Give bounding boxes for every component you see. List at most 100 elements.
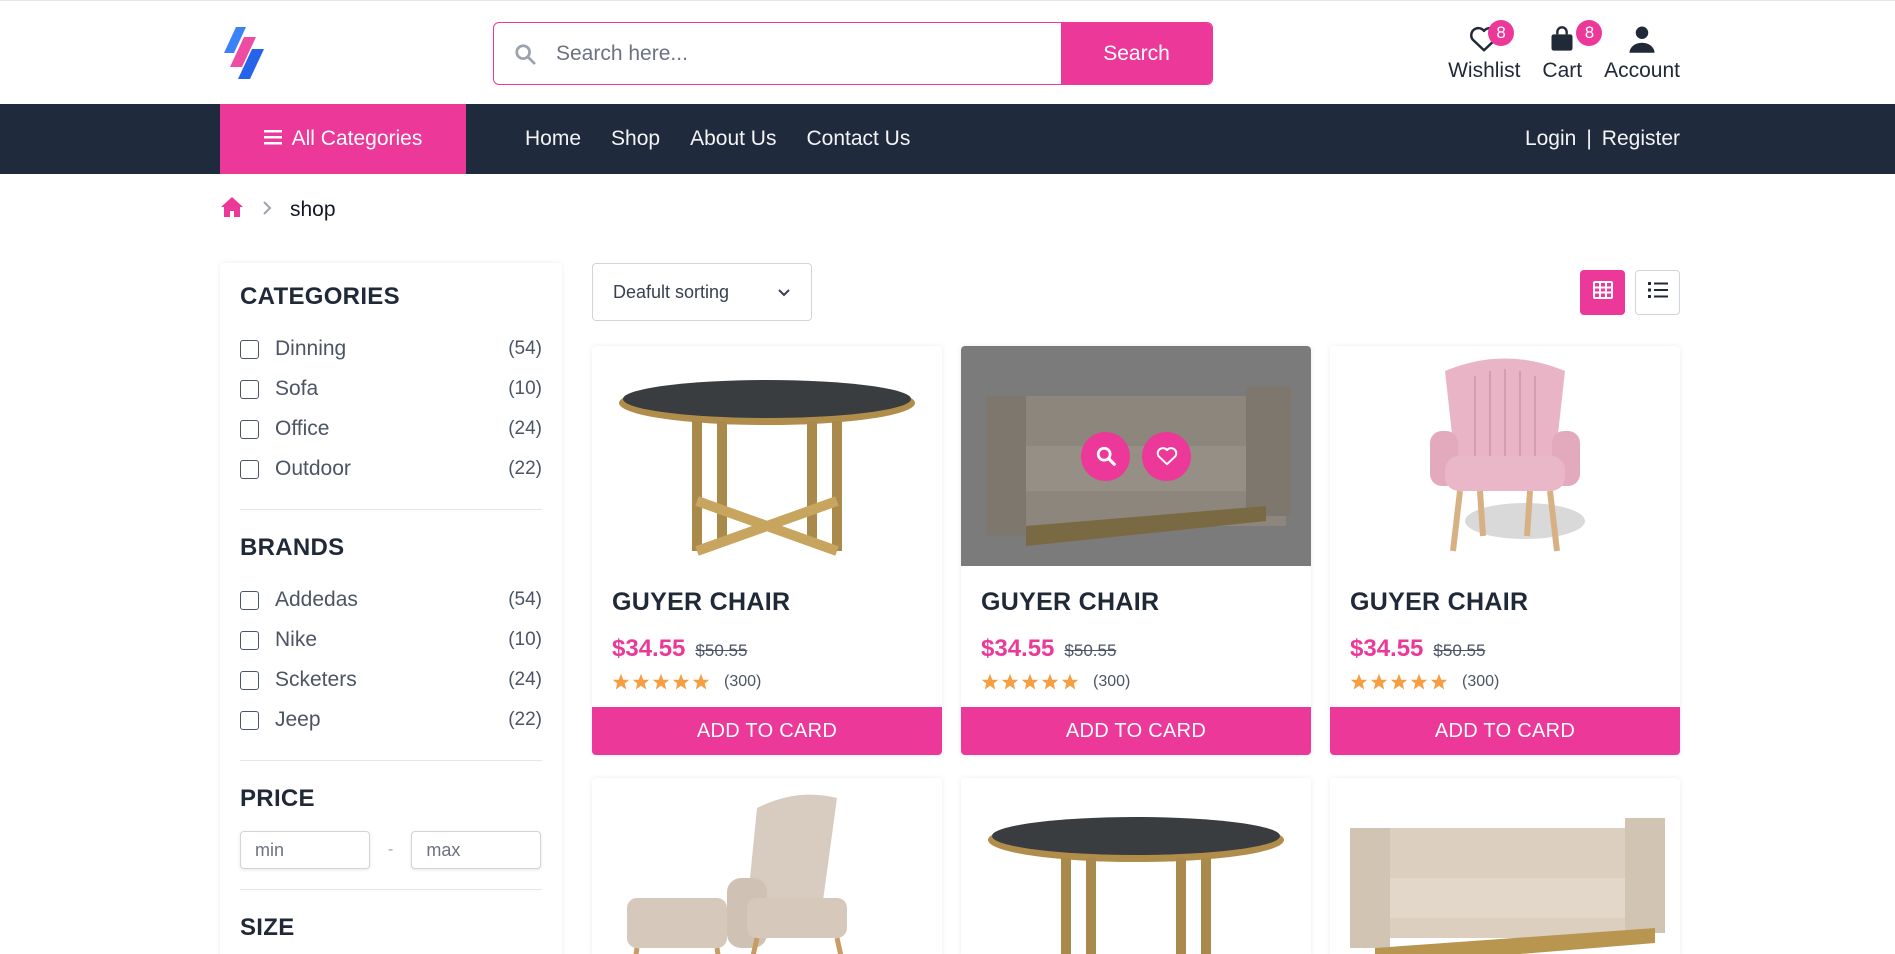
product-image-pink-chair[interactable] [1330, 346, 1680, 566]
product-rating: (300) [961, 663, 1311, 691]
brand-option[interactable]: Nike (10) [240, 620, 542, 660]
account-label: Account [1604, 59, 1680, 82]
checkbox[interactable] [240, 590, 259, 610]
product-old-price: $50.55 [695, 641, 748, 660]
product-image-beige-sofa[interactable] [1330, 778, 1680, 954]
star-icon [1061, 673, 1079, 690]
price-max-input[interactable] [411, 831, 542, 869]
brand-name: Jeep [275, 708, 321, 731]
size-title: SIZE [240, 914, 295, 941]
grid-view-button[interactable] [1580, 270, 1625, 315]
star-icon [612, 673, 630, 690]
nav-shop[interactable]: Shop [611, 127, 660, 151]
category-option[interactable]: Dinning (54) [240, 329, 542, 369]
site-logo[interactable] [222, 27, 270, 79]
star-icon [1001, 673, 1019, 690]
category-count: (54) [508, 338, 542, 359]
rating-count: (300) [1462, 673, 1500, 690]
price-separator: - [388, 841, 394, 858]
all-categories-button[interactable]: All Categories [220, 104, 466, 174]
category-count: (22) [508, 458, 542, 479]
rating-count: (300) [724, 673, 762, 690]
product-title[interactable]: GUYER CHAIR [1330, 566, 1680, 617]
product-title[interactable]: GUYER CHAIR [961, 566, 1311, 617]
search-button[interactable]: Search [1061, 23, 1212, 84]
quick-view-button[interactable] [1081, 431, 1130, 481]
cart-link[interactable]: Cart 8 [1542, 20, 1603, 83]
brand-count: (10) [508, 629, 542, 650]
account-link[interactable]: Account [1604, 21, 1680, 83]
size-filter: SIZE [240, 914, 542, 942]
star-rating [612, 673, 710, 691]
checkbox[interactable] [240, 710, 259, 730]
all-categories-label: All Categories [291, 127, 423, 150]
checkbox[interactable] [240, 379, 259, 399]
brand-option[interactable]: Addedas (54) [240, 580, 542, 620]
list-view-button[interactable] [1635, 270, 1680, 315]
category-option[interactable]: Office (24) [240, 409, 542, 449]
nav-contact-us[interactable]: Contact Us [806, 127, 910, 151]
product-image-round-table[interactable] [592, 346, 942, 566]
wishlist-link[interactable]: Wishlist 8 [1448, 20, 1520, 83]
sort-select[interactable]: Deafult sorting [592, 263, 812, 321]
checkbox[interactable] [240, 670, 259, 690]
nav-home[interactable]: Home [525, 127, 581, 151]
category-name: Dinning [275, 337, 347, 360]
login-link[interactable]: Login [1525, 127, 1576, 151]
home-icon[interactable] [220, 196, 244, 224]
checkbox[interactable] [240, 419, 259, 439]
auth-separator: | [1586, 127, 1592, 150]
checkbox[interactable] [240, 459, 259, 479]
categories-title: CATEGORIES [240, 283, 400, 310]
product-image-round-table[interactable] [961, 778, 1311, 954]
brand-count: (54) [508, 589, 542, 610]
breadcrumb: shop [220, 196, 336, 224]
brands-filter: BRANDS Addedas (54) Nike (10) Scketers (24)… [240, 534, 542, 761]
price-min-input[interactable] [240, 831, 370, 869]
brand-option[interactable]: Jeep (22) [240, 700, 542, 740]
add-to-wishlist-button[interactable] [1142, 431, 1191, 481]
search-icon [1096, 446, 1116, 466]
product-price: $34.55 [981, 635, 1055, 662]
category-option[interactable]: Outdoor (22) [240, 449, 542, 489]
product-card [961, 778, 1311, 954]
product-rating: (300) [592, 663, 942, 691]
star-icon [1430, 673, 1448, 690]
brand-option[interactable]: Scketers (24) [240, 660, 542, 700]
product-image-armchair-ottoman[interactable] [592, 778, 942, 954]
product-old-price: $50.55 [1433, 641, 1486, 660]
user-icon [1624, 21, 1660, 57]
star-icon [1021, 673, 1039, 690]
register-link[interactable]: Register [1602, 127, 1680, 151]
star-rating [1350, 673, 1448, 691]
search-icon [494, 23, 556, 84]
chevron-right-icon [262, 198, 272, 222]
checkbox[interactable] [240, 339, 259, 359]
price-title: PRICE [240, 785, 315, 812]
nav-about-us[interactable]: About Us [690, 127, 776, 151]
product-image-sofa[interactable] [961, 346, 1311, 566]
checkbox[interactable] [240, 630, 259, 650]
chevron-down-icon [777, 282, 791, 303]
bars-icon [263, 127, 282, 151]
star-icon [1370, 673, 1388, 690]
brand-count: (22) [508, 709, 542, 730]
star-icon [652, 673, 670, 690]
product-card [1330, 778, 1680, 954]
cart-count-badge: 8 [1576, 20, 1603, 46]
product-price: $34.55 [1350, 635, 1424, 662]
add-to-cart-button[interactable]: ADD TO CARD [1330, 707, 1680, 755]
sort-label: Deafult sorting [613, 281, 730, 302]
top-header: Search Wishlist 8 Cart 8 Account [0, 0, 1895, 104]
category-name: Office [275, 417, 330, 440]
product-card [592, 778, 942, 954]
list-icon [1647, 281, 1668, 304]
category-count: (10) [508, 378, 542, 399]
add-to-cart-button[interactable]: ADD TO CARD [592, 707, 942, 755]
add-to-cart-button[interactable]: ADD TO CARD [961, 707, 1311, 755]
brand-name: Addedas [275, 588, 358, 611]
product-title[interactable]: GUYER CHAIR [592, 566, 942, 617]
star-rating [981, 673, 1079, 691]
category-option[interactable]: Sofa (10) [240, 369, 542, 409]
search-input[interactable] [556, 23, 1061, 84]
